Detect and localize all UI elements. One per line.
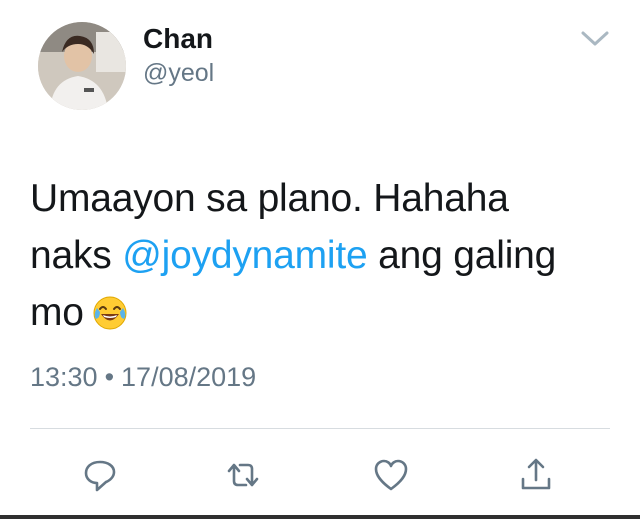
avatar[interactable]: [38, 22, 126, 110]
reply-icon[interactable]: [80, 455, 120, 495]
face-with-tears-of-joy-icon: [92, 290, 128, 347]
tweet-timestamp[interactable]: 13:30 • 17/08/2019: [30, 360, 256, 394]
retweet-icon[interactable]: [223, 455, 263, 495]
separator-dot: •: [104, 362, 115, 392]
user-handle[interactable]: @yeol: [143, 58, 214, 88]
tweet-text-line: Umaayon sa plano. Hahaha: [30, 177, 509, 220]
tweet-card: Chan @yeol Umaayon sa plano. Hahaha naks…: [0, 0, 640, 519]
divider: [30, 428, 610, 429]
tweet-text: Umaayon sa plano. Hahaha naks @joydynami…: [30, 170, 620, 347]
bottom-edge-bar: [0, 515, 640, 519]
tweet-text-segment: ang galing: [367, 234, 557, 277]
chevron-down-icon[interactable]: [579, 26, 611, 50]
tweet-text-line: mo: [30, 284, 620, 347]
tweet-text-segment: naks: [30, 234, 123, 277]
display-name[interactable]: Chan: [143, 22, 213, 56]
tweet-text-line: naks @joydynamite ang galing: [30, 227, 620, 284]
tweet-time: 13:30: [30, 362, 98, 392]
mention-link[interactable]: @joydynamite: [122, 234, 367, 277]
tweet-text-segment: mo: [30, 291, 84, 334]
like-icon[interactable]: [371, 455, 411, 495]
tweet-date: 17/08/2019: [121, 362, 257, 392]
share-icon[interactable]: [516, 455, 556, 495]
